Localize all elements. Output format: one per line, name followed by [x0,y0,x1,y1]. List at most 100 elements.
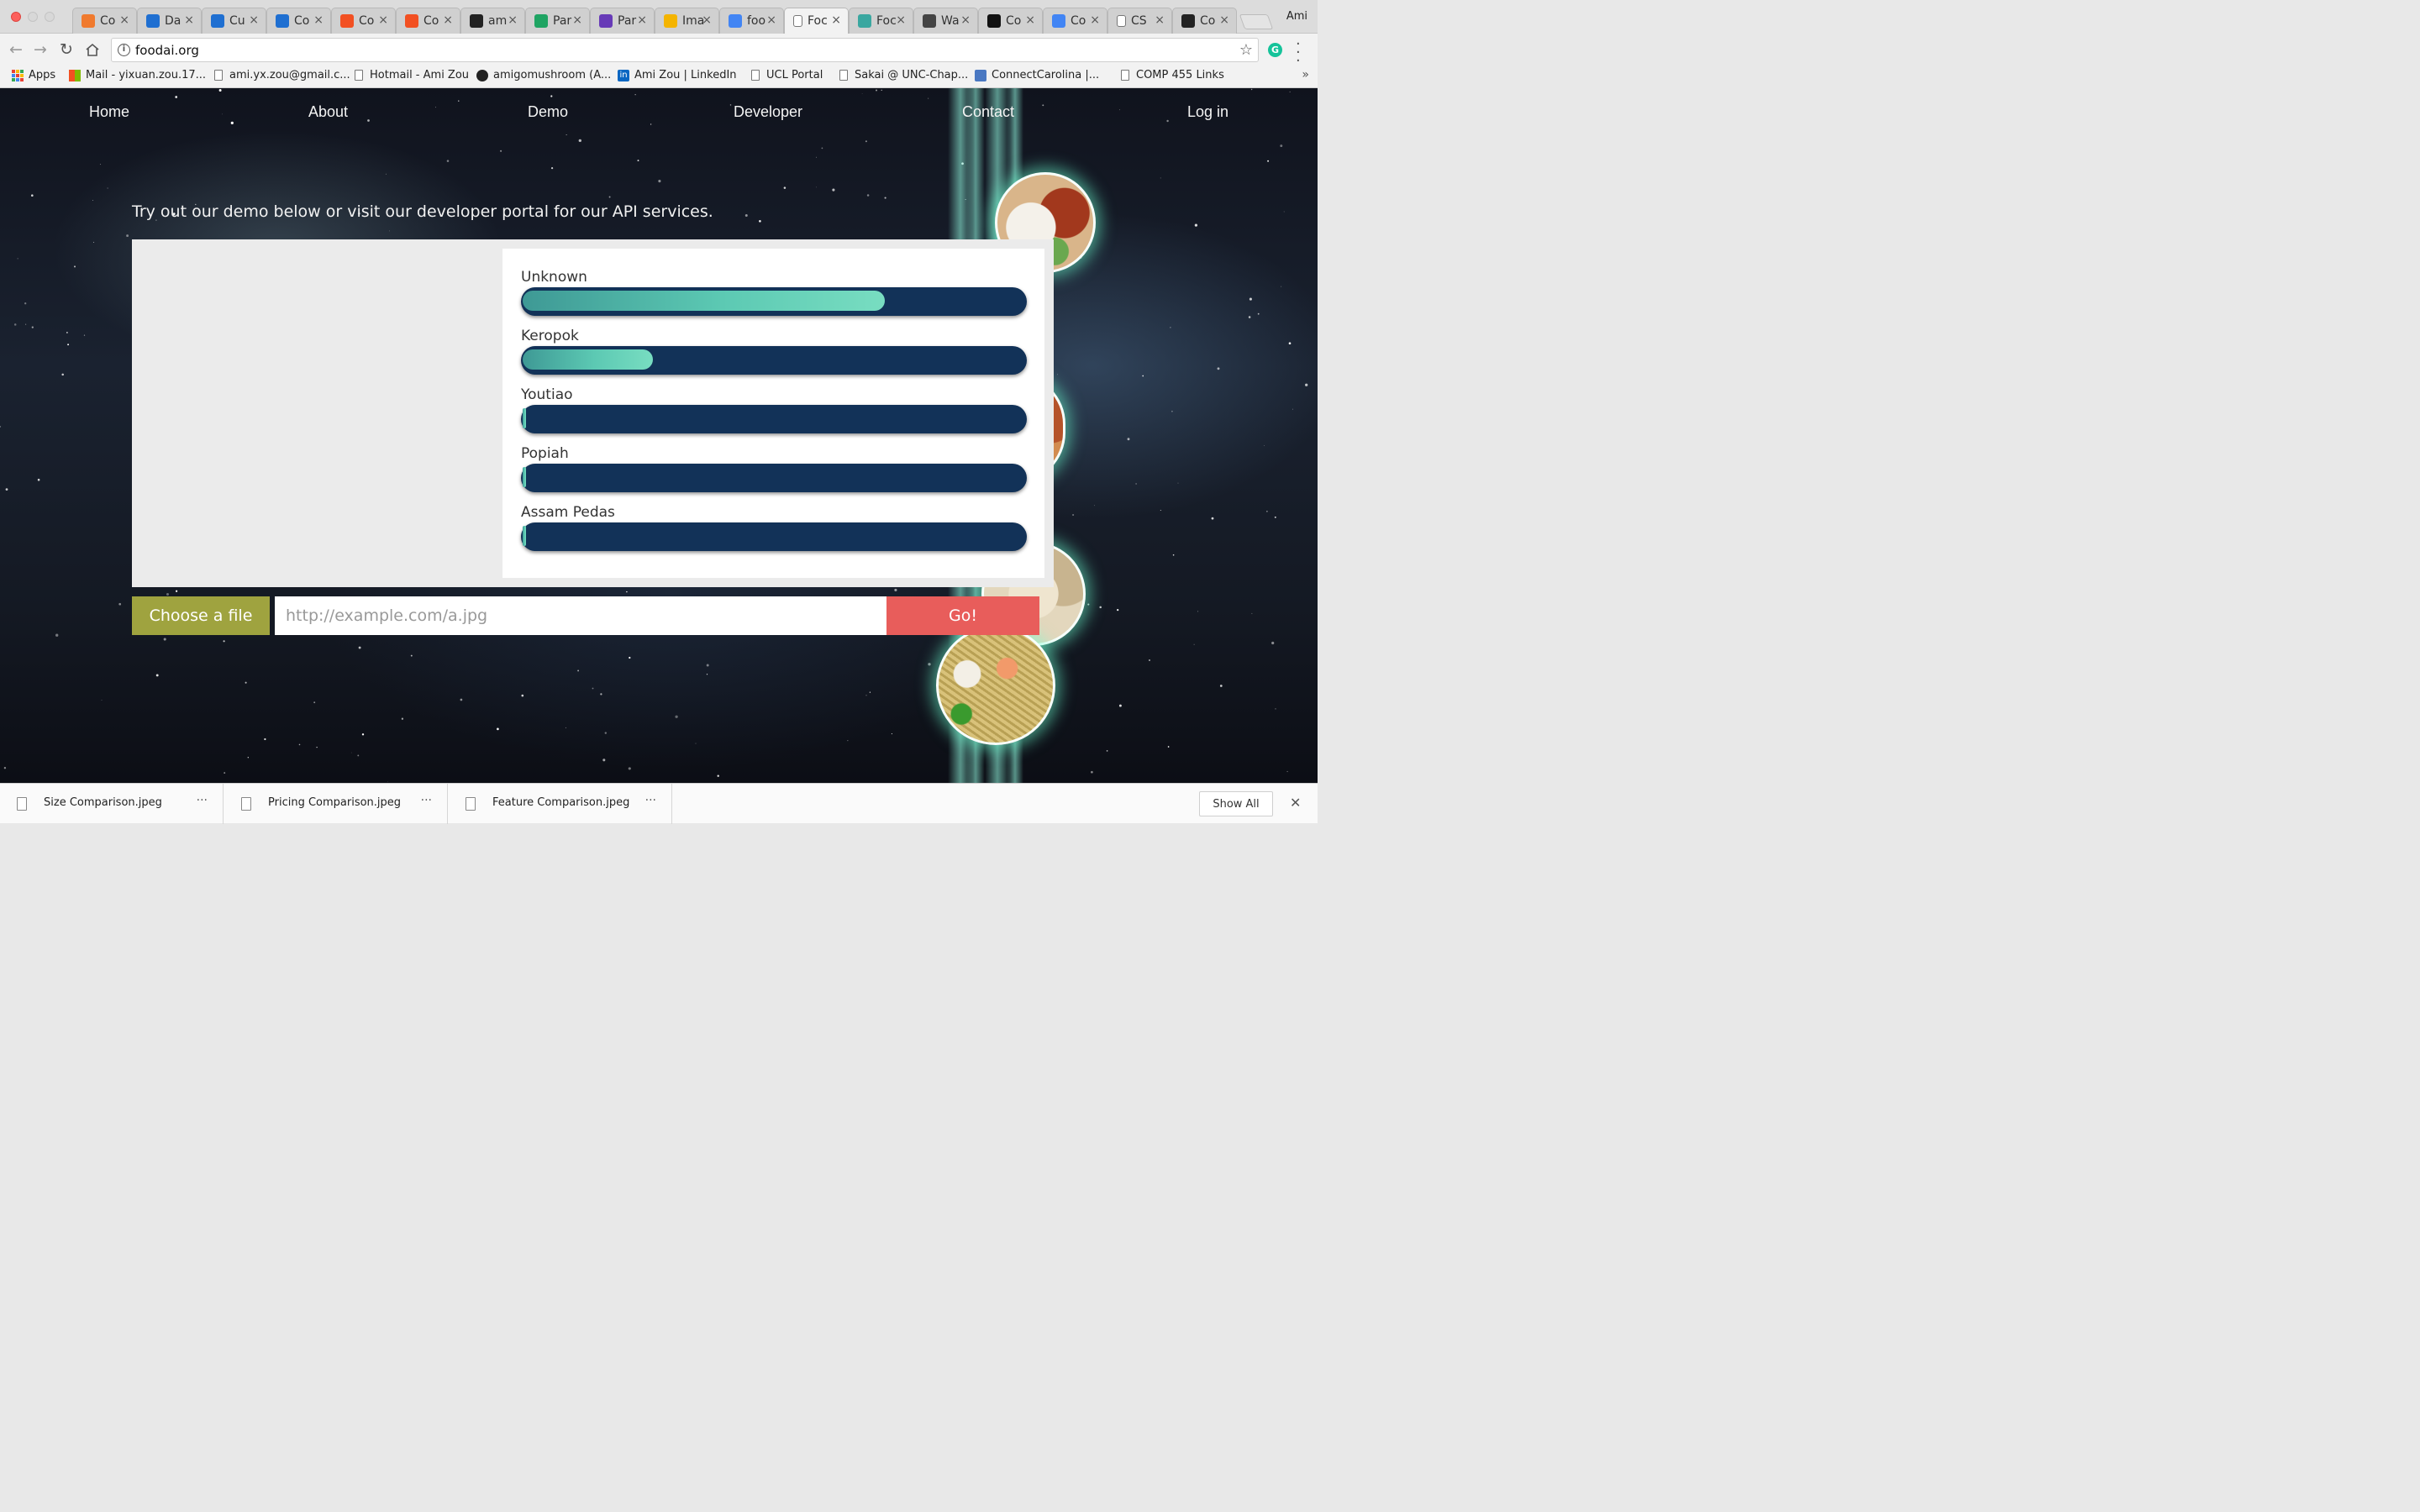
browser-tab[interactable]: Par × [525,8,590,34]
browser-tab[interactable]: Cu × [202,8,266,34]
nav-demo[interactable]: Demo [528,103,568,121]
medium-icon [987,14,1001,28]
tab-close-icon[interactable]: × [960,13,971,27]
close-download-shelf-icon[interactable]: ✕ [1290,795,1301,811]
star-dot [629,656,631,659]
custom-vision-icon [211,14,224,28]
site-info-icon[interactable]: i [118,44,130,56]
grammarly-extension-icon[interactable]: G [1268,43,1282,57]
tab-close-icon[interactable]: × [702,13,712,27]
browser-tab[interactable]: Foc × [784,8,849,34]
tab-close-icon[interactable]: × [313,13,324,27]
chrome-menu-icon[interactable]: · · · [1296,37,1301,69]
download-options-icon[interactable]: ··· [197,794,208,807]
confidence-bar-track [521,346,1027,375]
tab-close-icon[interactable]: × [443,13,453,27]
download-item[interactable]: Size Comparison.jpeg ··· [0,784,224,824]
bookmark-item[interactable]: Apps [12,69,55,81]
image-url-input[interactable] [275,596,886,635]
browser-tab[interactable]: Co × [978,8,1043,34]
bookmark-item[interactable]: ConnectCarolina |... [975,69,1099,81]
browser-tab[interactable]: Co × [1172,8,1237,34]
tab-close-icon[interactable]: × [249,13,259,27]
tab-title: Co [294,14,310,28]
bookmark-item[interactable]: in Ami Zou | LinkedIn [618,69,737,81]
tab-close-icon[interactable]: × [119,13,129,27]
browser-tab[interactable]: Wa × [913,8,978,34]
go-button[interactable]: Go! [886,596,1039,635]
new-tab-button[interactable] [1239,14,1274,29]
browser-tab[interactable]: CS × [1107,8,1172,34]
tab-close-icon[interactable]: × [572,13,582,27]
nav-developer[interactable]: Developer [734,103,802,121]
bookmark-item[interactable]: UCL Portal [750,69,823,81]
star-dot [650,123,652,125]
download-item[interactable]: Pricing Comparison.jpeg ··· [224,784,448,824]
nav-contact[interactable]: Contact [962,103,1014,121]
tab-close-icon[interactable]: × [1090,13,1100,27]
star-dot [1197,611,1199,612]
bookmark-item[interactable]: amigomushroom (A... [476,69,611,81]
tab-close-icon[interactable]: × [831,13,841,27]
result-row: Unknown [521,267,1027,316]
download-options-icon[interactable]: ··· [421,794,432,807]
back-icon[interactable]: ← [9,41,23,58]
bookmark-item[interactable]: Mail - yixuan.zou.17... [69,69,206,81]
browser-tab[interactable]: Co × [396,8,460,34]
star-dot [706,664,709,667]
tab-close-icon[interactable]: × [1219,13,1229,27]
show-all-downloads-button[interactable]: Show All [1199,791,1273,816]
tab-close-icon[interactable]: × [508,13,518,27]
browser-tab[interactable]: Co × [1043,8,1107,34]
bookmarks-overflow-icon[interactable]: » [1302,68,1309,81]
download-shelf: Show All ✕ Size Comparison.jpeg ··· Pricin… [0,783,1318,824]
bookmark-item[interactable]: Sakai @ UNC-Chap... [838,69,968,81]
choose-file-button[interactable]: Choose a file [132,596,270,635]
bookmark-star-icon[interactable]: ☆ [1239,41,1253,59]
star-dot [218,89,222,92]
browser-tab[interactable]: Co × [331,8,396,34]
bookmark-item[interactable]: Hotmail - Ami Zou [353,69,469,81]
address-bar[interactable]: i foodai.org ☆ [111,38,1259,62]
tab-title: Par [618,14,637,28]
browser-tab[interactable]: am × [460,8,525,34]
tab-close-icon[interactable]: × [637,13,647,27]
reload-icon[interactable]: ↻ [60,41,73,58]
tab-title: am [488,14,508,28]
browser-tab[interactable]: Foc × [849,8,913,34]
browser-tab[interactable]: Co × [72,8,137,34]
browser-tab[interactable]: Co × [266,8,331,34]
tab-close-icon[interactable]: × [1025,13,1035,27]
nav-login[interactable]: Log in [1187,103,1228,121]
forward-icon[interactable]: → [34,41,47,58]
tab-close-icon[interactable]: × [896,13,906,27]
star-dot [358,646,361,649]
download-item[interactable]: Feature Comparison.jpeg ··· [449,784,672,824]
nav-home[interactable]: Home [89,103,129,121]
bookmark-item[interactable]: COMP 455 Links [1119,69,1224,81]
browser-tab[interactable]: Ima × [655,8,719,34]
nav-about[interactable]: About [308,103,348,121]
star-dot [1170,327,1171,328]
tab-close-icon[interactable]: × [1155,13,1165,27]
profile-name[interactable]: Ami [1286,10,1307,23]
star-dot [55,633,59,637]
home-icon[interactable] [85,43,100,60]
tab-close-icon[interactable]: × [378,13,388,27]
star-dot [832,188,835,192]
bookmark-label: Apps [29,69,56,81]
address-url[interactable]: foodai.org [135,43,199,58]
browser-tab[interactable]: Da × [137,8,202,34]
browser-tab[interactable]: foo × [719,8,784,34]
confidence-bar-track [521,464,1027,492]
window-close-button[interactable] [11,12,21,22]
window-minimize-button[interactable] [28,12,38,22]
confidence-bar-track [521,405,1027,433]
tab-close-icon[interactable]: × [184,13,194,27]
tab-close-icon[interactable]: × [766,13,776,27]
star-dot [31,194,34,197]
bookmark-item[interactable]: ami.yx.zou@gmail.c... [213,69,350,81]
download-options-icon[interactable]: ··· [645,794,656,807]
window-maximize-button[interactable] [45,12,55,22]
browser-tab[interactable]: Par × [590,8,655,34]
